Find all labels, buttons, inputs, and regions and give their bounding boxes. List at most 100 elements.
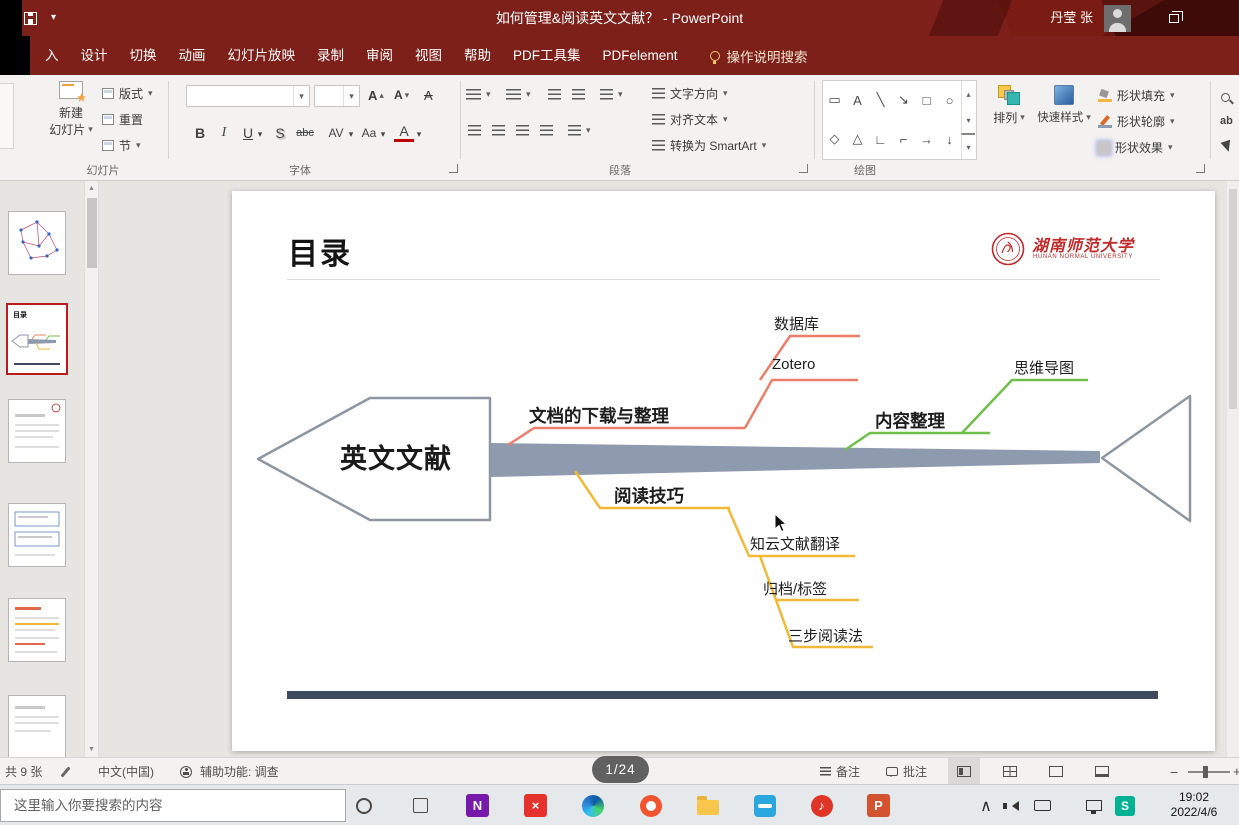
branch3-sub3-label[interactable]: 三步阅读法 bbox=[788, 625, 863, 646]
accessibility-icon[interactable] bbox=[180, 758, 192, 785]
text-shadow-button[interactable]: S bbox=[270, 121, 290, 145]
ime-button[interactable]: S bbox=[1112, 785, 1138, 825]
tab-record[interactable]: 录制 bbox=[306, 36, 355, 75]
select-button[interactable] bbox=[1222, 139, 1232, 157]
powerpoint-taskbar-button[interactable]: P bbox=[866, 793, 891, 818]
slide-thumbnail-5[interactable] bbox=[8, 598, 66, 662]
align-left-button[interactable] bbox=[468, 125, 481, 136]
bullets-button[interactable]: ▾ bbox=[468, 89, 491, 100]
clear-formatting-button[interactable]: A bbox=[424, 88, 433, 103]
chevron-down-icon[interactable]: ▾ bbox=[343, 86, 359, 106]
fish-spine-shape[interactable] bbox=[490, 443, 1100, 477]
tab-slideshow[interactable]: 幻灯片放映 bbox=[217, 36, 307, 75]
spell-check-icon[interactable] bbox=[64, 758, 67, 785]
branch1-label[interactable]: 文档的下载与整理 bbox=[529, 403, 669, 428]
section-button[interactable]: 节▾ bbox=[102, 137, 141, 154]
orange-app-button[interactable] bbox=[638, 793, 663, 818]
edge-button[interactable] bbox=[580, 793, 605, 818]
music-app-button[interactable]: ♪ bbox=[809, 793, 834, 818]
tab-view[interactable]: 视图 bbox=[404, 36, 453, 75]
shape-effects-button[interactable]: 形状效果▾ bbox=[1098, 139, 1173, 156]
tab-animations[interactable]: 动画 bbox=[168, 36, 217, 75]
shape-line-icon[interactable]: ╲ bbox=[869, 81, 892, 119]
teal-app-button[interactable] bbox=[752, 793, 777, 818]
shape-down-arrow-icon[interactable]: ↓ bbox=[938, 120, 961, 158]
zoom-in-button[interactable]: + bbox=[1233, 758, 1239, 785]
slide-thumbnail-1[interactable] bbox=[8, 211, 66, 275]
onenote-button[interactable]: N bbox=[465, 793, 490, 818]
account-name[interactable]: 丹莹 张 bbox=[1050, 0, 1093, 36]
save-icon[interactable] bbox=[24, 12, 37, 25]
cortana-button[interactable] bbox=[351, 793, 376, 818]
character-spacing-dropdown-icon[interactable]: ▾ bbox=[346, 121, 356, 145]
align-right-button[interactable] bbox=[516, 125, 529, 136]
tab-design[interactable]: 设计 bbox=[70, 36, 119, 75]
branch1-line[interactable] bbox=[508, 428, 745, 445]
numbering-button[interactable]: ▾ bbox=[508, 89, 531, 100]
branch2-line[interactable] bbox=[845, 433, 990, 450]
branch3-sub1-label[interactable]: 知云文献翻译 bbox=[750, 533, 840, 554]
tell-me-search[interactable]: 操作说明搜索 bbox=[699, 46, 819, 66]
zoom-slider-track[interactable] bbox=[1188, 771, 1230, 773]
shape-text-icon[interactable]: A bbox=[846, 81, 869, 119]
change-case-button[interactable]: Aa bbox=[358, 121, 380, 145]
slideshow-view-button[interactable] bbox=[1086, 758, 1118, 785]
text-direction-button[interactable]: 文字方向▾ bbox=[652, 85, 728, 102]
character-spacing-button[interactable]: AV bbox=[324, 121, 348, 145]
canvas-scrollbar[interactable] bbox=[1227, 181, 1239, 757]
shape-triangle-icon[interactable]: △ bbox=[846, 120, 869, 158]
scroll-down-button[interactable]: ▼ bbox=[85, 742, 98, 757]
replace-button[interactable]: ab bbox=[1220, 115, 1233, 127]
branch2-label[interactable]: 内容整理 bbox=[875, 408, 945, 433]
find-button[interactable] bbox=[1221, 89, 1230, 107]
bottom-accent-bar[interactable] bbox=[287, 691, 1158, 699]
shapes-scroll-up[interactable]: ▴ bbox=[961, 81, 975, 107]
font-dialog-launcher[interactable] bbox=[449, 164, 458, 173]
quick-access-dropdown-icon[interactable]: ▾ bbox=[51, 13, 56, 23]
slide-thumbnail-4[interactable] bbox=[8, 503, 66, 567]
strikethrough-button[interactable]: abc bbox=[292, 121, 318, 145]
new-slide-button[interactable]: 新建 幻灯片▾ bbox=[44, 81, 98, 138]
tab-pdf-tools[interactable]: PDF工具集 bbox=[502, 36, 592, 75]
shape-diamond-icon[interactable]: ◇ bbox=[823, 120, 846, 158]
convert-smartart-button[interactable]: 转换为 SmartArt▾ bbox=[652, 137, 766, 154]
taskbar-clock[interactable]: 19:02 2022/4/6 bbox=[1152, 790, 1236, 820]
tab-transitions[interactable]: 切换 bbox=[119, 36, 168, 75]
slide-sorter-view-button[interactable] bbox=[994, 758, 1026, 785]
scrollbar-thumb[interactable] bbox=[87, 198, 97, 268]
slide-thumbnail-2-selected[interactable]: 目录 bbox=[6, 303, 68, 375]
drawing-dialog-launcher[interactable] bbox=[1196, 164, 1205, 173]
shape-elbow-arrow-icon[interactable]: ⌐ bbox=[892, 120, 915, 158]
shapes-gallery-expand[interactable]: ▾ bbox=[961, 133, 975, 159]
task-view-button[interactable] bbox=[408, 793, 433, 818]
volume-button[interactable] bbox=[1002, 785, 1024, 825]
font-color-button[interactable]: A bbox=[394, 123, 414, 142]
red-app-button[interactable]: × bbox=[523, 793, 548, 818]
zoom-slider-thumb[interactable] bbox=[1203, 766, 1208, 778]
reset-button[interactable]: 重置 bbox=[102, 111, 143, 128]
branch3-label[interactable]: 阅读技巧 bbox=[614, 483, 684, 508]
comments-button[interactable]: 批注 bbox=[886, 758, 927, 785]
layout-button[interactable]: 版式▾ bbox=[102, 85, 153, 102]
increase-indent-button[interactable] bbox=[572, 89, 585, 100]
shrink-font-button[interactable]: A▾ bbox=[394, 88, 409, 102]
fishbone-head-label[interactable]: 英文文献 bbox=[316, 437, 476, 476]
font-color-dropdown-icon[interactable]: ▾ bbox=[414, 121, 424, 145]
branch1-sub1-line[interactable] bbox=[745, 380, 858, 428]
shape-outline-button[interactable]: 形状轮廓▾ bbox=[1098, 113, 1175, 130]
quick-styles-button[interactable]: 快速样式▾ bbox=[1036, 85, 1092, 125]
tab-insert[interactable]: 入 bbox=[34, 36, 70, 75]
avatar[interactable] bbox=[1104, 5, 1131, 32]
line-spacing-button[interactable]: ▾ bbox=[600, 89, 623, 100]
paragraph-dialog-launcher[interactable] bbox=[799, 164, 808, 173]
taskbar-search-input[interactable]: 这里输入你要搜索的内容 bbox=[0, 789, 346, 822]
tab-pdfelement[interactable]: PDFelement bbox=[592, 36, 689, 75]
tab-review[interactable]: 审阅 bbox=[355, 36, 404, 75]
tray-expand-button[interactable]: ∧ bbox=[976, 785, 996, 825]
slide-thumbnail-6[interactable] bbox=[8, 695, 66, 757]
shape-right-arrow-icon[interactable]: → bbox=[915, 120, 938, 158]
branch2-sub1-label[interactable]: 思维导图 bbox=[1014, 357, 1074, 378]
justify-button[interactable] bbox=[540, 125, 553, 136]
normal-view-button[interactable] bbox=[948, 758, 980, 785]
shape-oval-icon[interactable]: ○ bbox=[938, 81, 961, 119]
